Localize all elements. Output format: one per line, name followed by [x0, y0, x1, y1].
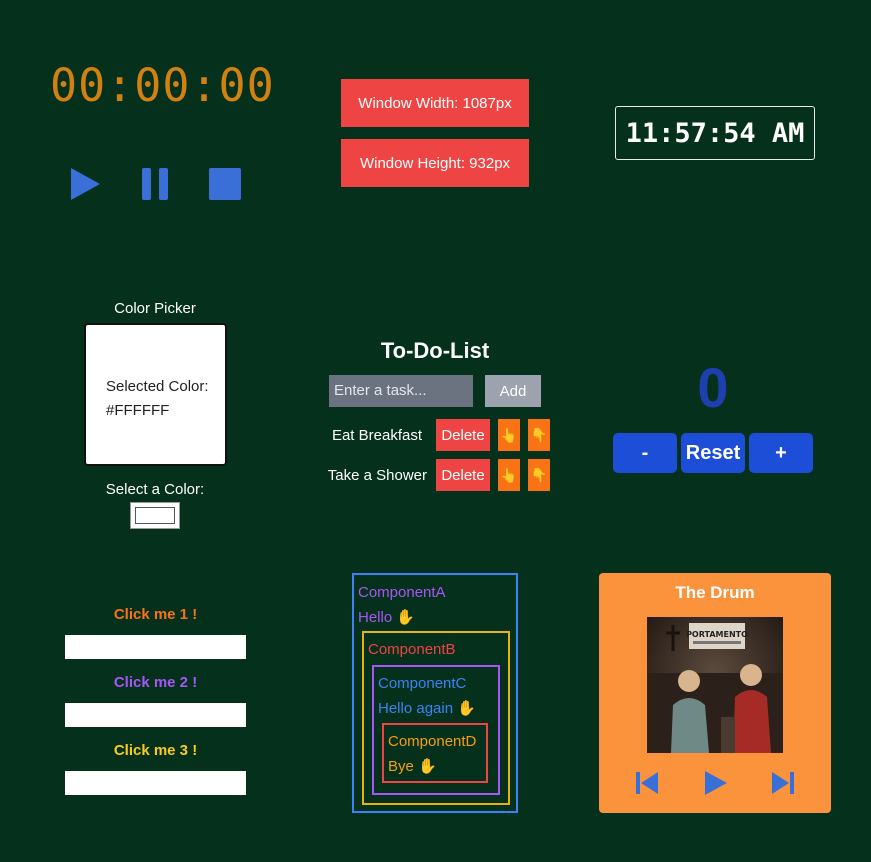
component-d-name: ComponentD — [388, 733, 477, 750]
delete-task-button[interactable]: Delete — [436, 419, 490, 451]
album-sign: PORTAMENTO — [686, 630, 748, 639]
color-preview: Selected Color: #FFFFFF — [84, 323, 227, 466]
component-c-name: ComponentC — [378, 675, 467, 692]
decrement-button[interactable]: - — [613, 433, 677, 473]
move-up-button[interactable]: 👆 — [498, 419, 520, 451]
song-title: The Drum — [675, 583, 755, 602]
album-cover-art: PORTAMENTO — [647, 617, 783, 753]
component-b-name: ComponentB — [368, 641, 456, 658]
reset-button[interactable]: Reset — [681, 433, 745, 473]
increment-button[interactable]: + — [749, 433, 813, 473]
click-me-box-1[interactable] — [65, 635, 246, 659]
click-me-label-1[interactable]: Click me 1 ! — [65, 606, 246, 623]
color-input[interactable] — [130, 502, 180, 529]
component-c: ComponentC Hello again ✋ ComponentD Bye … — [372, 665, 500, 795]
window-height-label: Window Height: 932px — [341, 139, 529, 187]
click-me-box-2[interactable] — [65, 703, 246, 727]
play-button[interactable] — [701, 769, 729, 797]
move-up-button[interactable]: 👆 — [498, 459, 520, 491]
next-track-button[interactable] — [769, 769, 797, 797]
music-player: The Drum PORTAMENTO — [599, 573, 831, 813]
todo-title: To-Do-List — [380, 338, 490, 363]
task-input[interactable]: Enter a task... — [329, 375, 473, 407]
component-d-message: Bye ✋ — [388, 758, 437, 775]
selected-color-value: #FFFFFF — [106, 402, 170, 419]
previous-track-button[interactable] — [633, 769, 661, 797]
pause-icon — [142, 168, 168, 200]
counter-value: 0 — [697, 356, 729, 419]
todo-item-text: Take a Shower — [327, 467, 427, 484]
stopwatch-stop-button[interactable] — [208, 167, 242, 201]
component-d: ComponentD Bye ✋ — [382, 723, 488, 783]
component-a: ComponentA Hello ✋ ComponentB ComponentC… — [352, 573, 518, 813]
stopwatch-start-button[interactable] — [68, 167, 102, 201]
color-picker-title: Color Picker — [114, 300, 196, 317]
play-icon — [705, 771, 727, 795]
delete-task-button[interactable]: Delete — [436, 459, 490, 491]
component-a-name: ComponentA — [358, 584, 446, 601]
window-width-label: Window Width: 1087px — [341, 79, 529, 127]
add-task-button[interactable]: Add — [485, 375, 541, 407]
album-cover: PORTAMENTO — [647, 617, 783, 753]
component-a-message: Hello ✋ — [358, 609, 416, 626]
stop-icon — [209, 168, 241, 200]
digital-clock: 11:57:54 AM — [615, 106, 815, 160]
color-swatch — [135, 507, 175, 524]
play-icon — [71, 168, 100, 200]
selected-color-label: Selected Color: — [106, 378, 209, 395]
stopwatch-display: 00:00:00 — [50, 59, 275, 112]
skip-back-icon — [636, 772, 658, 794]
component-b: ComponentB ComponentC Hello again ✋ Comp… — [362, 631, 510, 805]
component-c-message: Hello again ✋ — [378, 700, 476, 717]
move-down-button[interactable]: 👇 — [528, 459, 550, 491]
move-down-button[interactable]: 👇 — [528, 419, 550, 451]
skip-forward-icon — [772, 772, 794, 794]
stopwatch-pause-button[interactable] — [138, 167, 172, 201]
select-color-label: Select a Color: — [105, 481, 205, 498]
todo-item-text: Eat Breakfast — [331, 427, 422, 444]
click-me-box-3[interactable] — [65, 771, 246, 795]
click-me-label-3[interactable]: Click me 3 ! — [65, 742, 246, 759]
click-me-label-2[interactable]: Click me 2 ! — [65, 674, 246, 691]
